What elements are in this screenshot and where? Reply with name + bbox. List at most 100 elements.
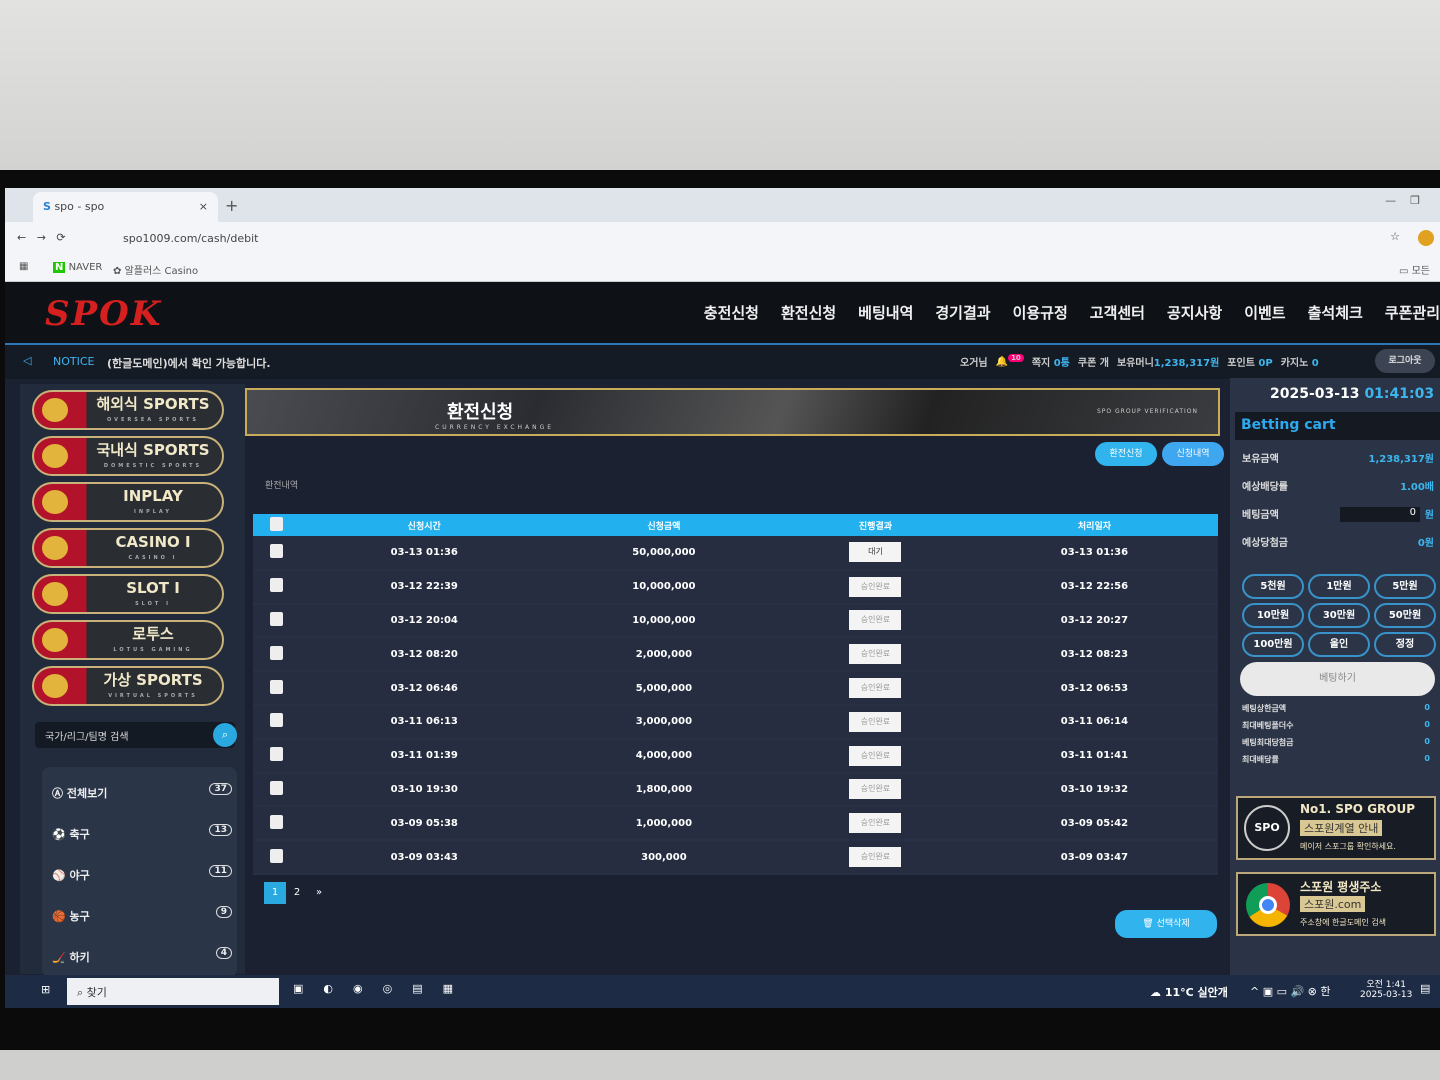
nav-buttons-icon[interactable]: ← → ⟳ bbox=[17, 231, 66, 244]
request-time: 03-11 06:13 bbox=[300, 704, 548, 740]
processed-time: 03-11 01:41 bbox=[970, 738, 1218, 774]
nav-item[interactable]: 베팅내역 bbox=[858, 302, 913, 323]
taskbar-clock[interactable]: 오전 1:41 2025-03-13 bbox=[1360, 977, 1412, 1000]
status: 승인완료 bbox=[780, 772, 971, 808]
ad1-subtitle: 스포원계열 안내 bbox=[1300, 820, 1383, 836]
game-menu-item[interactable]: CASINO Ⅰ CASINO I bbox=[32, 528, 224, 568]
category-item[interactable]: Ⓐ 전체보기 37 bbox=[52, 783, 232, 801]
processed-time: 03-10 19:32 bbox=[970, 772, 1218, 808]
taskbar-search[interactable]: ⌕ 찾기 bbox=[67, 978, 279, 1005]
table-row: 03-09 05:38 1,000,000 승인완료 03-09 05:42 bbox=[253, 806, 1218, 842]
search-input[interactable]: 국가/리그/팀명 검색 bbox=[35, 722, 235, 748]
amount-chip-button[interactable]: 100만원 bbox=[1242, 632, 1304, 657]
bell-icon[interactable]: 🔔 10 bbox=[996, 354, 1024, 369]
site-logo[interactable]: SPOK bbox=[45, 294, 162, 334]
page-subtitle: CURRENCY EXCHANGE bbox=[435, 424, 555, 431]
sidebar: 해외식 SPORTS OVERSEA SPORTS 국내식 SPORTS DOMEST… bbox=[20, 384, 255, 977]
row-checkbox[interactable] bbox=[253, 569, 301, 605]
site-header: SPOK 충전신청 환전신청 베팅내역 경기결과 이용규정 고객센터 공지사항 이벤트 출석체크… bbox=[5, 282, 1440, 345]
category-item[interactable]: 🏒 하키 4 bbox=[52, 947, 232, 965]
cart-value: 1,238,317원 bbox=[1368, 454, 1434, 465]
nav-item[interactable]: 공지사항 bbox=[1167, 302, 1222, 323]
window-controls[interactable]: — ❐ bbox=[1385, 194, 1420, 207]
row-checkbox[interactable] bbox=[253, 704, 301, 740]
bookmark-star-icon[interactable]: ☆ bbox=[1390, 230, 1400, 243]
amount: 1,800,000 bbox=[547, 772, 781, 808]
game-menu-item[interactable]: SLOT Ⅰ SLOT I bbox=[32, 574, 224, 614]
logout-button[interactable]: 로그아웃 bbox=[1375, 349, 1435, 373]
apply-exchange-button[interactable]: 환전신청 bbox=[1095, 442, 1157, 466]
page-banner: 환전신청 CURRENCY EXCHANGE SPO GROUP VERIFIC… bbox=[245, 388, 1220, 436]
memo-count[interactable]: 0통 bbox=[1054, 358, 1070, 369]
row-checkbox[interactable] bbox=[253, 840, 301, 875]
close-tab-icon[interactable]: × bbox=[199, 200, 208, 213]
row-checkbox[interactable] bbox=[253, 536, 301, 571]
bet-amount-input[interactable]: 0 bbox=[1340, 507, 1420, 522]
nav-item[interactable]: 환전신청 bbox=[781, 302, 836, 323]
amount-chip-button[interactable]: 30만원 bbox=[1308, 603, 1370, 628]
all-bookmarks[interactable]: ▭ 모든 bbox=[1399, 262, 1430, 277]
select-all[interactable] bbox=[253, 514, 301, 536]
game-menu-item[interactable]: 국내식 SPORTS DOMESTIC SPORTS bbox=[32, 436, 224, 476]
category-item[interactable]: ⚾ 야구 11 bbox=[52, 865, 232, 883]
category-count: 11 bbox=[209, 865, 232, 877]
url-field[interactable]: spo1009.com/cash/debit bbox=[123, 232, 258, 245]
ad2-subtitle: 스포원.com bbox=[1300, 896, 1366, 912]
new-tab-icon[interactable]: + bbox=[225, 196, 238, 215]
row-checkbox[interactable] bbox=[253, 603, 301, 639]
amount-chip-button[interactable]: 5천원 bbox=[1242, 574, 1304, 599]
weather[interactable]: ☁ 11°C 실안개 bbox=[1150, 984, 1228, 1000]
profile-avatar[interactable] bbox=[1418, 230, 1434, 246]
category-list: Ⓐ 전체보기 37 ⚽ 축구 13 ⚾ 야구 11 🏀 농구 9 🏒 하키 4 bbox=[42, 767, 237, 977]
nav-item[interactable]: 이벤트 bbox=[1244, 302, 1285, 323]
amount-chip-button[interactable]: 10만원 bbox=[1242, 603, 1304, 628]
game-menu-item[interactable]: INPLAY INPLAY bbox=[32, 482, 224, 522]
page-link[interactable]: » bbox=[308, 882, 330, 904]
page-link[interactable]: 2 bbox=[286, 882, 308, 904]
amount-chip-button[interactable]: 정정 bbox=[1374, 632, 1436, 657]
history-button[interactable]: 신청내역 bbox=[1162, 442, 1224, 466]
row-checkbox[interactable] bbox=[253, 671, 301, 706]
windows-start-icon[interactable]: ⊞ bbox=[41, 983, 50, 996]
nav-item[interactable]: 이용규정 bbox=[1013, 302, 1068, 323]
row-checkbox[interactable] bbox=[253, 806, 301, 842]
place-bet-button[interactable]: 베팅하기 bbox=[1240, 662, 1435, 696]
nav-item[interactable]: 경기결과 bbox=[935, 302, 990, 323]
row-checkbox[interactable] bbox=[253, 772, 301, 808]
col-time: 신청시간 bbox=[300, 514, 548, 536]
game-menu-item[interactable]: 로투스 LOTUS GAMING bbox=[32, 620, 224, 660]
notification-icon[interactable]: ▤ bbox=[1420, 982, 1430, 995]
category-item[interactable]: ⚽ 축구 13 bbox=[52, 824, 232, 842]
nav-item[interactable]: 출석체크 bbox=[1308, 302, 1363, 323]
amount-chip-button[interactable]: 50만원 bbox=[1374, 603, 1436, 628]
game-menu-item[interactable]: 가상 SPORTS VIRTUAL SPORTS bbox=[32, 666, 224, 706]
nav-item[interactable]: 고객센터 bbox=[1090, 302, 1145, 323]
spo-group-ad[interactable]: SPO No1. SPO GROUP 스포원계열 안내 메이저 스포그룹 확인하… bbox=[1236, 796, 1436, 860]
apps-icon[interactable]: ▦ bbox=[19, 261, 28, 272]
taskbar-apps[interactable]: ▣◐◉◎▤▦ bbox=[293, 982, 473, 995]
processed-time: 03-13 01:36 bbox=[970, 536, 1218, 571]
nav-item[interactable]: 충전신청 bbox=[704, 302, 759, 323]
amount-chip-button[interactable]: 1만원 bbox=[1308, 574, 1370, 599]
amount-chip-button[interactable]: 5만원 bbox=[1374, 574, 1436, 599]
game-subtitle: VIRTUAL SPORTS bbox=[108, 693, 198, 699]
game-menu-item[interactable]: 해외식 SPORTS OVERSEA SPORTS bbox=[32, 390, 224, 430]
section-label: 환전내역 bbox=[265, 481, 299, 491]
row-checkbox[interactable] bbox=[253, 738, 301, 774]
browser-tab[interactable]: S spo - spo × bbox=[33, 192, 218, 222]
delete-selected-button[interactable]: 🗑 선택삭제 bbox=[1115, 910, 1217, 938]
search-button[interactable]: ⌕ bbox=[213, 723, 237, 747]
nav-item[interactable]: 쿠폰관리 bbox=[1385, 302, 1440, 323]
row-checkbox[interactable] bbox=[253, 637, 301, 673]
cart-label: 예상당첨금 bbox=[1242, 538, 1288, 549]
bookmark-casino[interactable]: ✿ 알플러스 Casino bbox=[113, 262, 198, 277]
request-time: 03-09 03:43 bbox=[300, 840, 548, 875]
status: 대기 bbox=[780, 536, 971, 571]
amount-chip-button[interactable]: 올인 bbox=[1308, 632, 1370, 657]
tray-icons[interactable]: ^ ▣ ▭ 🔊 ⊗ 한 bbox=[1250, 983, 1331, 999]
bookmark-naver[interactable]: N NAVER bbox=[53, 262, 102, 273]
category-item[interactable]: 🏀 농구 9 bbox=[52, 906, 232, 924]
page-link[interactable]: 1 bbox=[264, 882, 286, 904]
address-ad[interactable]: 스포원 평생주소 스포원.com 주소창에 한글도메인 검색 bbox=[1236, 872, 1436, 936]
game-icon bbox=[42, 536, 68, 560]
